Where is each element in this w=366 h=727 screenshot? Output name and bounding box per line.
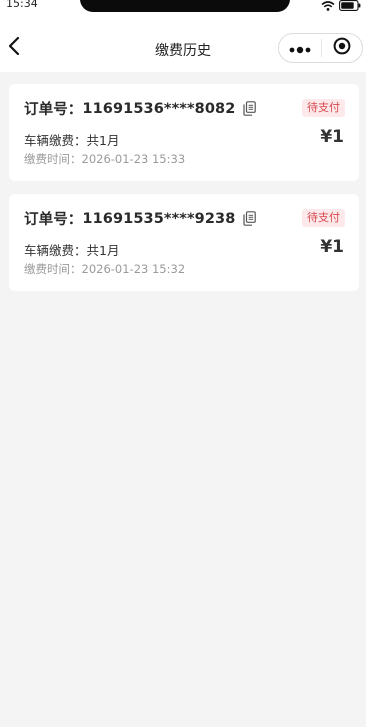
fee-line: 车辆缴费：共1月 [24, 130, 119, 149]
status-bar: 15:34 [0, 0, 366, 14]
payment-history-list: 订单号： 11691536****8082 待支付 车辆缴费：共1月 ¥1 缴费… [9, 84, 359, 304]
status-badge: 待支付 [302, 209, 345, 227]
mini-program-capsule [278, 33, 363, 63]
close-mini-program-button[interactable] [322, 34, 362, 62]
payment-time-label: 缴费时间： [24, 262, 82, 276]
payment-time-label: 缴费时间： [24, 152, 82, 166]
order-number: 11691535****9238 [82, 210, 236, 227]
copy-icon[interactable] [243, 101, 257, 116]
payment-time-value: 2026-01-23 15:33 [81, 152, 186, 166]
fee-value: 共1月 [86, 243, 120, 258]
battery-icon [339, 0, 361, 11]
payment-time-line: 缴费时间：2026-01-23 15:32 [24, 261, 185, 277]
order-card[interactable]: 订单号： 11691536****8082 待支付 车辆缴费：共1月 ¥1 缴费… [9, 84, 359, 181]
close-circle-icon [333, 37, 351, 59]
order-card[interactable]: 订单号： 11691535****9238 待支付 车辆缴费：共1月 ¥1 缴费… [9, 194, 359, 291]
order-number-line: 订单号： 11691536****8082 [24, 98, 257, 119]
fee-label: 车辆缴费： [24, 133, 87, 148]
price: ¥1 [320, 237, 344, 257]
order-number-line: 订单号： 11691535****9238 [24, 208, 257, 229]
order-number-label: 订单号： [24, 102, 83, 118]
nav-bar: 缴费历史 [0, 14, 366, 72]
fee-label: 车辆缴费： [24, 243, 87, 258]
price: ¥1 [320, 127, 344, 147]
status-time: 15:34 [6, 0, 38, 10]
payment-time-value: 2026-01-23 15:32 [81, 262, 186, 276]
fee-line: 车辆缴费：共1月 [24, 240, 119, 259]
more-button[interactable] [279, 34, 321, 62]
status-icons [321, 0, 361, 11]
fee-value: 共1月 [86, 133, 120, 148]
order-number: 11691536****8082 [82, 100, 236, 117]
order-number-label: 订单号： [24, 212, 83, 228]
copy-icon[interactable] [243, 211, 257, 226]
camera-notch [80, 0, 290, 12]
more-dots-icon [289, 39, 311, 58]
wifi-icon [321, 0, 335, 11]
payment-time-line: 缴费时间：2026-01-23 15:33 [24, 151, 185, 167]
status-badge: 待支付 [302, 99, 345, 117]
